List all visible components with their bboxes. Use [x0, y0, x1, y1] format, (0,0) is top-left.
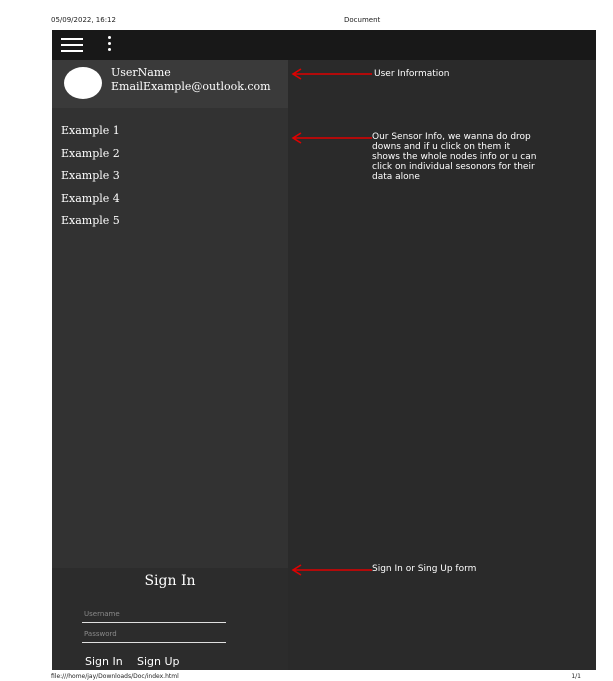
print-file-path: file:///home/jay/Downloads/Doc/index.htm…	[51, 673, 179, 680]
print-page: 05/09/2022, 16:12 Document UserName Emai…	[0, 0, 613, 681]
sensor-item-example-3[interactable]: Example 3	[61, 169, 120, 192]
vertical-dots-icon[interactable]	[107, 36, 113, 54]
user-info-annotation: User Information	[374, 69, 450, 79]
user-name: UserName	[111, 66, 171, 79]
print-datetime: 05/09/2022, 16:12	[51, 16, 116, 24]
sensor-info-line-5: data alone	[372, 172, 420, 182]
sensor-item-example-2[interactable]: Example 2	[61, 147, 120, 170]
top-bar	[52, 30, 596, 60]
sensor-info-line-4: click on individual sesonors for their	[372, 162, 535, 172]
print-page-number: 1/1	[571, 673, 581, 680]
sensor-item-example-5[interactable]: Example 5	[61, 214, 120, 237]
sensor-info-arrow-icon	[291, 132, 372, 144]
sidebar: UserName EmailExample@outlook.com Exampl…	[52, 60, 288, 670]
sign-up-button[interactable]: Sign Up	[137, 655, 180, 668]
avatar	[64, 67, 102, 99]
sign-in-button[interactable]: Sign In	[85, 655, 123, 668]
sensor-info-annotation: Our Sensor Info, we wanna do drop downs …	[372, 132, 536, 182]
print-title: Document	[344, 16, 381, 24]
sensor-info-line-1: Our Sensor Info, we wanna do drop	[372, 132, 531, 142]
app-window: UserName EmailExample@outlook.com Exampl…	[52, 30, 596, 670]
sign-in-title: Sign In	[144, 573, 196, 589]
sensor-list: Example 1 Example 2 Example 3 Example 4 …	[61, 124, 120, 237]
user-email: EmailExample@outlook.com	[111, 80, 271, 93]
form-info-arrow-icon	[291, 564, 372, 576]
user-info-panel: UserName EmailExample@outlook.com	[52, 60, 288, 108]
password-input[interactable]	[82, 626, 226, 643]
user-info-arrow-icon	[291, 68, 372, 80]
sensor-info-line-3: shows the whole nodes info or u can	[372, 152, 537, 162]
sensor-info-line-2: downs and if u click on them it	[372, 142, 511, 152]
username-input[interactable]	[82, 606, 226, 623]
sign-in-form: Sign In Sign In Sign Up	[52, 568, 288, 670]
hamburger-menu-icon[interactable]	[61, 38, 83, 53]
sensor-item-example-1[interactable]: Example 1	[61, 124, 120, 147]
sensor-item-example-4[interactable]: Example 4	[61, 192, 120, 215]
form-info-annotation: Sign In or Sing Up form	[372, 564, 477, 574]
